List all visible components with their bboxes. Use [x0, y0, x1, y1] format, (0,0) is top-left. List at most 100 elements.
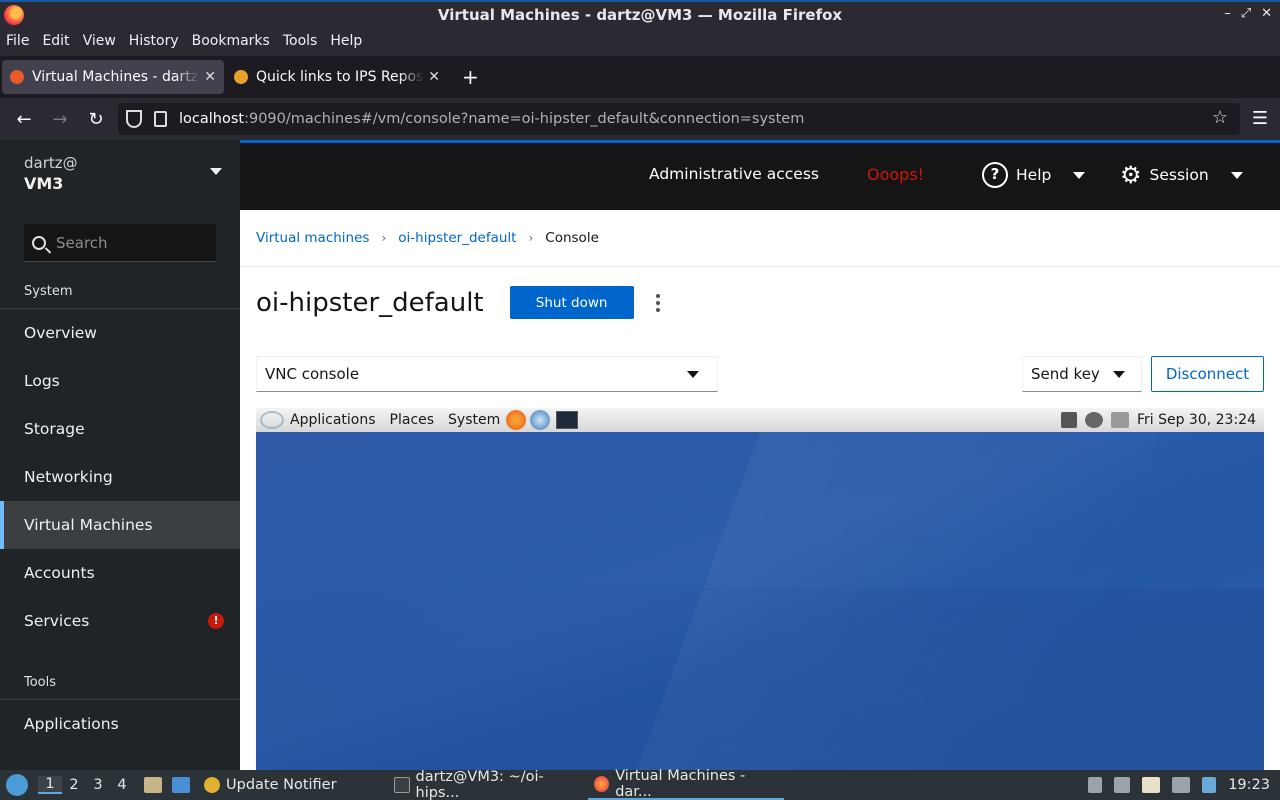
task-update-notifier[interactable]: Update Notifier [198, 770, 388, 800]
guest-menu-places[interactable]: Places [390, 412, 435, 428]
back-arrow-icon[interactable]: ← [6, 109, 42, 130]
forward-arrow-icon[interactable]: → [42, 109, 78, 130]
alert-icon: ! [208, 613, 224, 629]
sidebar-item-logs[interactable]: Logs [0, 357, 240, 405]
sidebar-item-storage[interactable]: Storage [0, 405, 240, 453]
breadcrumb-vm[interactable]: oi-hipster_default [398, 230, 516, 246]
volume-icon[interactable] [1114, 777, 1131, 793]
tracking-shield-icon[interactable] [126, 110, 142, 128]
guest-clock[interactable]: Fri Sep 30, 23:24 [1137, 412, 1256, 428]
search-placeholder: Search [56, 233, 108, 252]
workspace-4[interactable]: 4 [110, 777, 134, 793]
network-icon[interactable] [1172, 777, 1191, 793]
shutdown-button[interactable]: Shut down [509, 286, 634, 319]
oops-button[interactable]: Ooops! [867, 165, 924, 184]
notification-icon[interactable] [1202, 777, 1217, 793]
task-terminal[interactable]: dartz@VM3: ~/oi-hips... [388, 769, 588, 800]
sidebar-item-networking[interactable]: Networking [0, 453, 240, 501]
chevron-down-icon [1113, 371, 1125, 378]
chevron-down-icon [210, 168, 222, 175]
workspace-2[interactable]: 2 [62, 777, 86, 793]
administrative-access-button[interactable]: Administrative access [649, 165, 819, 183]
console-type-value: VNC console [265, 365, 360, 383]
breadcrumb-current: Console [545, 230, 599, 246]
update-clock-icon[interactable] [1084, 412, 1103, 428]
volume-icon[interactable] [1060, 412, 1077, 428]
host-user: dartz@ [24, 154, 78, 172]
file-manager-icon[interactable] [144, 777, 162, 793]
console-type-select[interactable]: VNC console [256, 356, 718, 392]
terminal-launcher-icon[interactable] [556, 411, 579, 429]
url-bar[interactable]: localhost:9090/machines#/vm/console?name… [118, 103, 1240, 135]
sidebar-item-accounts[interactable]: Accounts [0, 549, 240, 597]
menu-bookmarks[interactable]: Bookmarks [192, 33, 270, 49]
tab-virtual-machines[interactable]: Virtual Machines - dartz@VM3 ✕ [2, 60, 224, 94]
vm-title-row: oi-hipster_default Shut down [256, 286, 660, 319]
tab-title: Quick links to IPS Repositories [256, 69, 425, 85]
titlebar-accent-line [0, 0, 1280, 2]
sidebar-item-applications[interactable]: Applications [0, 700, 240, 748]
section-system: System [24, 284, 73, 299]
close-tab-icon[interactable]: ✕ [204, 69, 216, 85]
desktop-icon[interactable] [172, 777, 190, 793]
menu-tools[interactable]: Tools [283, 33, 318, 49]
breadcrumb-separator-icon: › [381, 231, 387, 245]
kebab-menu-icon[interactable] [655, 293, 660, 312]
send-key-dropdown[interactable]: Send key [1022, 356, 1142, 392]
workspace-3[interactable]: 3 [86, 777, 110, 793]
help-icon: ? [982, 162, 1008, 188]
page-info-icon[interactable] [154, 111, 167, 127]
search-icon [32, 235, 46, 250]
close-tab-icon[interactable]: ✕ [428, 69, 440, 85]
task-label: Virtual Machines - dar... [615, 768, 746, 800]
task-label: dartz@VM3: ~/oi-hips... [415, 769, 544, 800]
firefox-launcher-icon[interactable] [506, 410, 527, 430]
chevron-down-icon [1073, 171, 1086, 179]
breadcrumb-separator-icon: › [528, 231, 534, 245]
tray-applet-icon[interactable] [1088, 777, 1103, 793]
menu-edit[interactable]: Edit [42, 33, 69, 49]
search-input[interactable]: Search [24, 224, 216, 262]
network-icon[interactable] [1110, 412, 1129, 428]
menu-history[interactable]: History [129, 33, 179, 49]
cockpit-favicon-icon [10, 70, 24, 84]
clipboard-icon[interactable] [1142, 777, 1161, 793]
menu-file[interactable]: File [6, 33, 29, 49]
taskbar-clock[interactable]: 19:23 [1228, 777, 1270, 793]
guest-menu-applications[interactable]: Applications [290, 412, 376, 428]
maximize-button[interactable]: ⤢ [1241, 6, 1251, 21]
minimize-button[interactable]: – [1224, 6, 1231, 21]
bookmark-star-icon[interactable]: ☆ [1212, 107, 1228, 128]
workspace-1[interactable]: 1 [38, 776, 62, 794]
taskbar: 1 2 3 4 Update Notifier dartz@VM3: ~/oi-… [0, 768, 1280, 800]
new-tab-icon[interactable]: + [462, 65, 479, 89]
host-switcher[interactable]: dartz@ VM3 [0, 140, 240, 210]
console-toolbar: VNC console Send key Disconnect [256, 356, 1264, 392]
session-menu[interactable]: ⚙ Session [1120, 162, 1243, 188]
start-menu-icon[interactable] [6, 774, 28, 796]
navigation-bar: ← → ↻ localhost:9090/machines#/vm/consol… [0, 98, 1280, 140]
disconnect-button[interactable]: Disconnect [1151, 356, 1264, 392]
main-content: Virtual machines › oi-hipster_default › … [240, 210, 1280, 770]
task-firefox[interactable]: Virtual Machines - dar... [588, 768, 784, 800]
sidebar-item-overview[interactable]: Overview [0, 309, 240, 357]
menu-view[interactable]: View [83, 33, 116, 49]
breadcrumb-virtual-machines[interactable]: Virtual machines [256, 230, 369, 246]
sidebar-item-virtual-machines[interactable]: Virtual Machines [0, 501, 240, 549]
app-menu-icon[interactable]: ☰ [1252, 108, 1268, 129]
url-host: localhost [179, 111, 245, 127]
window-controls: – ⤢ ✕ [1224, 6, 1272, 21]
reload-icon[interactable]: ↻ [78, 109, 114, 130]
tab-quick-links[interactable]: Quick links to IPS Repositories ✕ [226, 60, 448, 94]
menu-bar: File Edit View History Bookmarks Tools H… [0, 30, 1280, 52]
sidebar-item-label: Services [24, 612, 90, 630]
vnc-console-screen[interactable]: Applications Places System Fri Sep 30, 2… [256, 408, 1264, 770]
close-window-button[interactable]: ✕ [1261, 6, 1272, 21]
guest-menu-system[interactable]: System [448, 412, 500, 428]
sidebar-item-services[interactable]: Services ! [0, 597, 240, 645]
thunderbird-launcher-icon[interactable] [530, 410, 551, 430]
help-menu[interactable]: ? Help [982, 162, 1086, 188]
task-label: Update Notifier [226, 777, 337, 793]
guest-tray: Fri Sep 30, 23:24 [1060, 408, 1256, 432]
menu-help[interactable]: Help [330, 33, 362, 49]
